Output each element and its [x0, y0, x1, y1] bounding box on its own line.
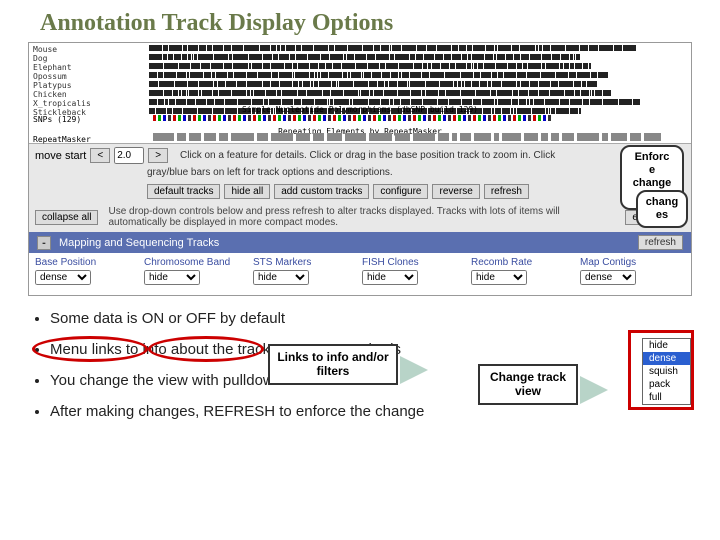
track-header-5[interactable]: Map Contigs: [580, 257, 685, 268]
configure-button[interactable]: configure: [373, 184, 428, 199]
snp-row-label: SNPs (129): [33, 115, 81, 124]
track-select-3[interactable]: hide: [362, 270, 418, 285]
collapse-section-button[interactable]: -: [37, 236, 51, 250]
move-left-button[interactable]: <: [90, 148, 110, 163]
track-desc-text: Use drop-down controls below and press r…: [108, 206, 615, 228]
species-list: MouseDogElephantOpossumPlatypusChickenX_…: [33, 45, 91, 117]
section-header: - Mapping and Sequencing Tracks refresh: [29, 232, 691, 253]
move-start-label: move start: [35, 150, 86, 162]
section-refresh-button[interactable]: refresh: [638, 235, 683, 250]
track-header-4[interactable]: Recomb Rate: [471, 257, 576, 268]
move-right-button[interactable]: >: [148, 148, 168, 163]
dropdown-option-dense[interactable]: dense: [643, 352, 690, 365]
dropdown-option-hide[interactable]: hide: [643, 339, 690, 352]
default-buttons-row: default tracks hide all add custom tracks c…: [29, 181, 691, 202]
default-tracks-button[interactable]: default tracks: [147, 184, 220, 199]
map-contigs-dropdown-open[interactable]: hidedensesquishpackfull: [642, 338, 691, 405]
track-select-1[interactable]: hide: [144, 270, 200, 285]
refresh-button[interactable]: refresh: [484, 184, 529, 199]
dropdown-option-full[interactable]: full: [643, 391, 690, 404]
track-header-1[interactable]: Chromosome Band: [144, 257, 249, 268]
bullet-item: After making changes, REFRESH to enforce…: [50, 403, 688, 420]
page-title: Annotation Track Display Options: [0, 0, 720, 42]
track-header-0[interactable]: Base Position: [35, 257, 140, 268]
nav-instructions-1: Click on a feature for details. Click or…: [180, 150, 555, 161]
callout-links: Links to info and/or filters: [268, 344, 398, 385]
track-desc-row: collapse all Use drop-down controls belo…: [29, 202, 691, 232]
track-header-2[interactable]: STS Markers: [253, 257, 358, 268]
track-select-0[interactable]: dense: [35, 270, 91, 285]
reverse-button[interactable]: reverse: [432, 184, 479, 199]
bullet-item: Some data is ON or OFF by default: [50, 310, 688, 327]
genome-browser-panel: MouseDogElephantOpossumPlatypusChickenX_…: [28, 42, 692, 296]
track-select-5[interactable]: dense: [580, 270, 636, 285]
snp-track-label: Simple Nucleotide Polymorphisms (dbSNP b…: [242, 105, 478, 114]
zoom-input[interactable]: [114, 147, 144, 164]
dropdown-option-pack[interactable]: pack: [643, 378, 690, 391]
callout-enforce-2: changes: [636, 190, 688, 228]
tracks-area: MouseDogElephantOpossumPlatypusChickenX_…: [29, 43, 691, 143]
arrow-icon: [580, 376, 608, 404]
dropdown-option-squish[interactable]: squish: [643, 365, 690, 378]
track-columns: Base Position dense Chromosome Band hide STS…: [29, 253, 691, 295]
nav-bar: move start < > Click on a feature for de…: [29, 143, 691, 167]
repeat-row-label: RepeatMasker: [33, 135, 91, 144]
add-custom-tracks-button[interactable]: add custom tracks: [274, 184, 369, 199]
track-header-3[interactable]: FISH Clones: [362, 257, 467, 268]
section-title: Mapping and Sequencing Tracks: [59, 237, 219, 249]
nav-instructions-2: gray/blue bars on left for track options…: [147, 167, 393, 178]
callout-change-view: Change track view: [478, 364, 578, 405]
track-select-4[interactable]: hide: [471, 270, 527, 285]
hide-all-button[interactable]: hide all: [224, 184, 270, 199]
collapse-all-button[interactable]: collapse all: [35, 210, 98, 225]
arrow-icon: [400, 356, 428, 384]
track-select-2[interactable]: hide: [253, 270, 309, 285]
nav-bar-2: gray/blue bars on left for track options…: [29, 167, 691, 181]
